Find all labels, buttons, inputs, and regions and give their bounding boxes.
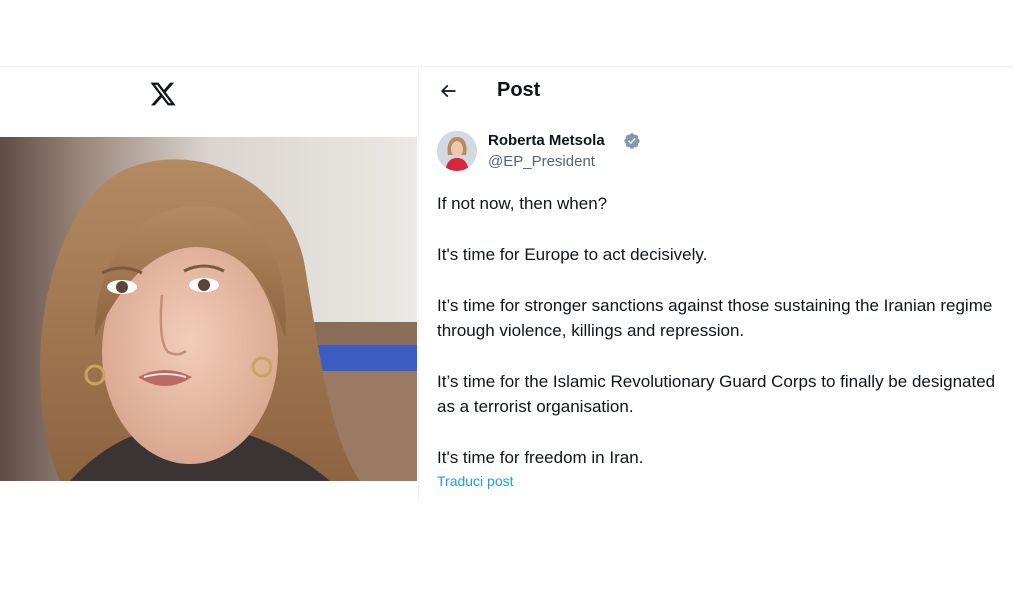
tweet-paragraph: It's time for freedom in Iran. xyxy=(437,448,644,467)
translate-post-link[interactable]: Traduci post xyxy=(437,473,514,489)
profile-photo xyxy=(0,137,417,481)
avatar-image xyxy=(437,131,477,171)
tweet-paragraph: It's time for Europe to act decisively. xyxy=(437,245,708,264)
left-panel xyxy=(0,66,419,502)
arrow-left-icon xyxy=(440,84,456,98)
author-name[interactable]: Roberta Metsola xyxy=(488,132,605,149)
portrait-illustration xyxy=(0,137,417,481)
page-title: Post xyxy=(497,79,541,101)
x-logo-icon[interactable] xyxy=(149,80,177,108)
post-header: Post xyxy=(420,67,1013,115)
tweet-text: If not now, then when? It's time for Eur… xyxy=(437,191,997,470)
author-row: Roberta Metsola @EP_President xyxy=(437,127,837,171)
tweet-paragraph: It’s time for stronger sanctions against… xyxy=(437,296,993,340)
author-handle[interactable]: @EP_President xyxy=(488,153,595,170)
tweet-paragraph: If not now, then when? xyxy=(437,194,608,213)
verified-badge-icon xyxy=(624,133,640,149)
post-panel: Post Roberta Metsola @EP_President If no… xyxy=(420,66,1013,502)
tweet-paragraph: It’s time for the Islamic Revolutionary … xyxy=(437,372,996,416)
avatar[interactable] xyxy=(437,131,477,171)
back-button[interactable] xyxy=(434,77,462,105)
